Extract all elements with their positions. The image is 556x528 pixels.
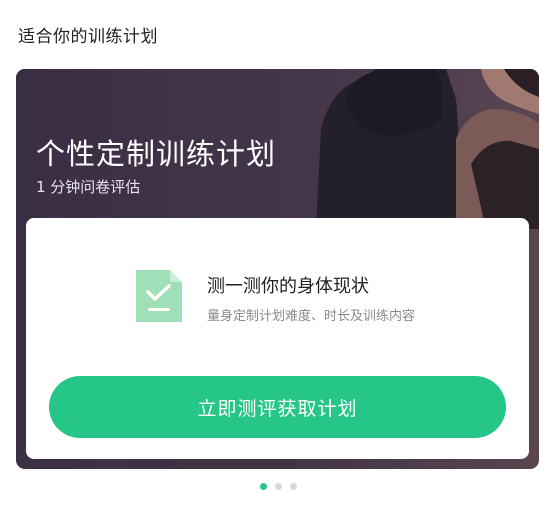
assessment-panel: 测一测你的身体现状 量身定制计划难度、时长及训练内容 立即测评获取计划	[26, 218, 529, 459]
card-title: 个性定制训练计划	[36, 137, 277, 171]
assessment-card[interactable]: 个性定制训练计划 1 分钟问卷评估 测一测你的身体现状 量身定制计划难度、时长及…	[16, 69, 539, 469]
feature-description: 量身定制计划难度、时长及训练内容	[207, 309, 416, 324]
feature-title: 测一测你的身体现状	[207, 276, 369, 297]
carousel-indicator	[0, 483, 556, 490]
carousel-dot[interactable]	[259, 483, 267, 490]
carousel-dot[interactable]	[274, 483, 282, 490]
card-subtitle: 1 分钟问卷评估	[36, 178, 141, 196]
carousel-dot[interactable]	[289, 483, 297, 490]
start-assessment-button[interactable]: 立即测评获取计划	[49, 376, 506, 438]
section-title: 适合你的训练计划	[18, 27, 158, 47]
checklist-document-icon	[136, 270, 182, 322]
